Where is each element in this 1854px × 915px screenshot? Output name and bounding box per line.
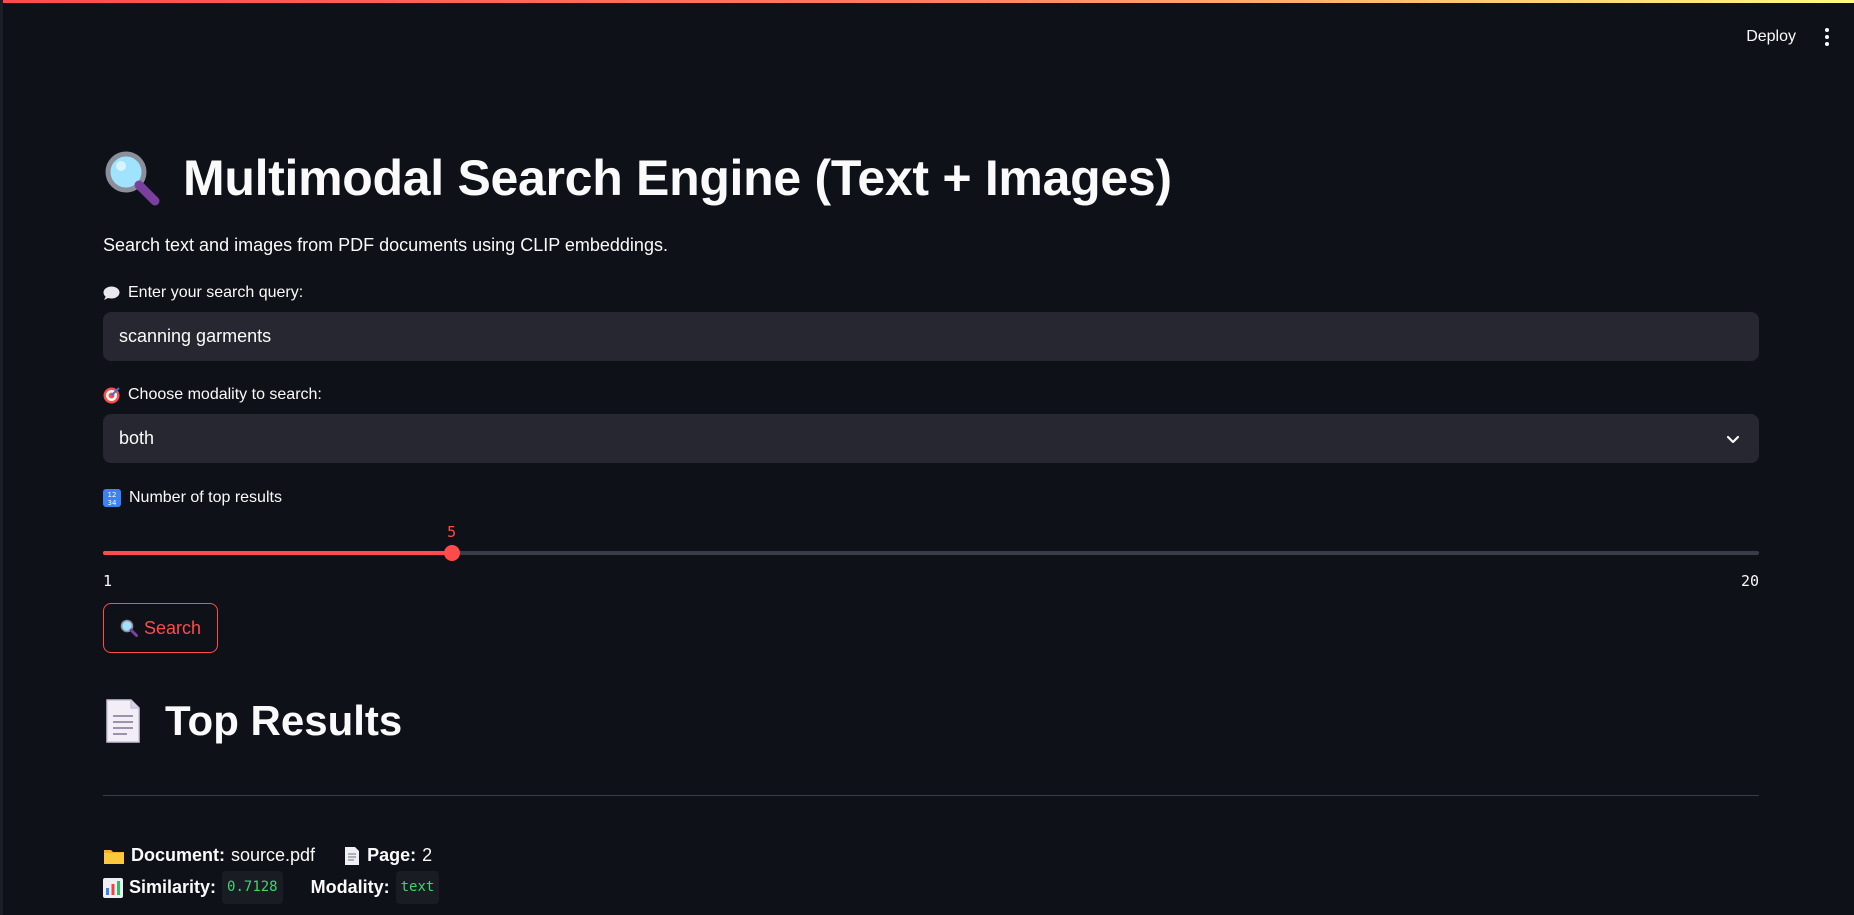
magnifier-icon <box>103 149 161 207</box>
results-heading-text: Top Results <box>165 697 403 744</box>
folder-icon <box>103 847 125 865</box>
topk-label: 12 34 Number of top results <box>103 489 1759 507</box>
magnifier-icon <box>120 619 138 637</box>
app-toolbar: Deploy <box>1746 22 1836 52</box>
result-page: Page: 2 <box>343 840 432 871</box>
modality-value: text <box>395 871 440 904</box>
chevron-down-icon <box>1726 435 1740 443</box>
result-meta-line: Document: source.pdf Page: 2 <box>103 840 1759 871</box>
slider-max-label: 20 <box>1740 572 1759 590</box>
modality-selected-value: both <box>119 428 155 448</box>
svg-text:34: 34 <box>108 499 117 507</box>
modality-key: Modality: <box>310 877 390 897</box>
slider-current-value: 5 <box>447 523 457 541</box>
search-query-value: scanning garments <box>119 326 272 346</box>
modality-select[interactable]: both <box>103 414 1759 463</box>
query-label-text: Enter your search query: <box>128 284 304 301</box>
result-item: Document: source.pdf Page: 2 Similarity:… <box>103 840 1759 904</box>
left-edge <box>0 0 3 915</box>
main-content: Multimodal Search Engine (Text + Images)… <box>103 145 1759 904</box>
page-key: Page: <box>367 845 417 865</box>
top-decoration-bar <box>0 0 1854 3</box>
result-meta-line: Similarity: 0.7128 Modality: text <box>103 871 1759 904</box>
query-label: Enter your search query: <box>103 284 1759 302</box>
page-value: 2 <box>422 845 433 865</box>
search-button-label: Search <box>144 617 202 638</box>
search-query-input[interactable]: scanning garments <box>103 312 1759 361</box>
bar-chart-icon <box>103 877 123 898</box>
slider-thumb[interactable] <box>443 545 460 561</box>
page-icon <box>343 846 361 866</box>
target-icon <box>103 386 120 404</box>
kebab-menu-icon[interactable] <box>1818 22 1836 52</box>
document-key: Document: <box>131 845 225 865</box>
slider-min-label: 1 <box>103 572 113 590</box>
topk-slider[interactable]: 5 1 20 <box>103 515 1759 590</box>
svg-text:12: 12 <box>108 491 117 499</box>
page-title-text: Multimodal Search Engine (Text + Images) <box>183 150 1172 206</box>
divider <box>103 795 1759 796</box>
result-document: Document: source.pdf <box>103 840 315 871</box>
page-title: Multimodal Search Engine (Text + Images) <box>103 145 1759 211</box>
document-icon <box>103 698 143 744</box>
modality-label-text: Choose modality to search: <box>128 386 322 403</box>
similarity-key: Similarity: <box>129 877 217 897</box>
numbers-icon: 12 34 <box>103 489 121 507</box>
modality-label: Choose modality to search: <box>103 386 1759 404</box>
speech-bubble-icon <box>103 286 120 301</box>
result-modality: Modality: text <box>311 871 440 904</box>
results-heading: Top Results <box>103 693 1759 749</box>
document-value: source.pdf <box>231 845 316 865</box>
deploy-button[interactable]: Deploy <box>1746 28 1796 46</box>
topk-label-text: Number of top results <box>129 489 282 506</box>
similarity-value: 0.7128 <box>222 871 283 904</box>
search-button[interactable]: Search <box>103 603 219 653</box>
page-subtitle: Search text and images from PDF document… <box>103 235 668 255</box>
result-similarity: Similarity: 0.7128 <box>103 871 283 904</box>
slider-fill <box>103 551 452 555</box>
